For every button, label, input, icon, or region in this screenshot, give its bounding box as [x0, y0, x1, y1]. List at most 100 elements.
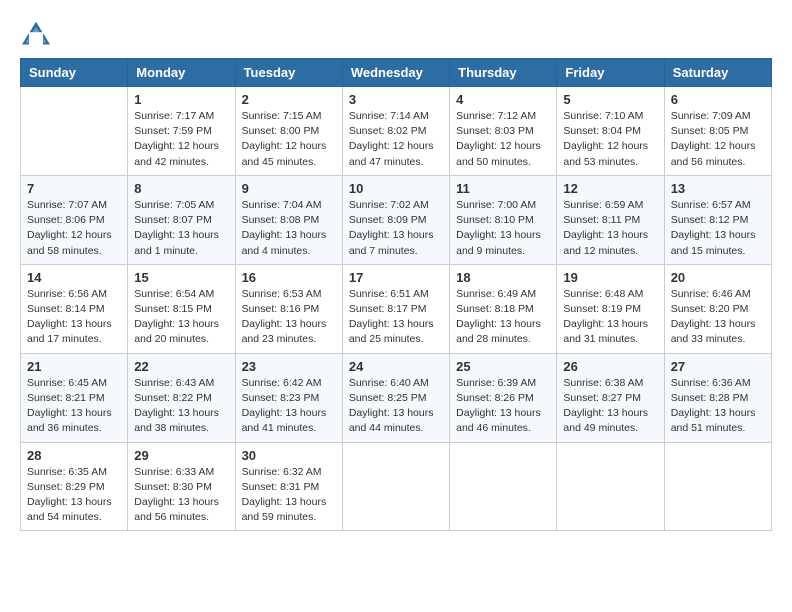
- calendar-cell: 11Sunrise: 7:00 AM Sunset: 8:10 PM Dayli…: [450, 175, 557, 264]
- calendar-cell: 1Sunrise: 7:17 AM Sunset: 7:59 PM Daylig…: [128, 87, 235, 176]
- day-info: Sunrise: 6:36 AM Sunset: 8:28 PM Dayligh…: [671, 376, 765, 437]
- day-number: 18: [456, 270, 550, 285]
- calendar-header-sunday: Sunday: [21, 59, 128, 87]
- day-info: Sunrise: 7:07 AM Sunset: 8:06 PM Dayligh…: [27, 198, 121, 259]
- day-number: 27: [671, 359, 765, 374]
- day-info: Sunrise: 6:48 AM Sunset: 8:19 PM Dayligh…: [563, 287, 657, 348]
- day-info: Sunrise: 6:57 AM Sunset: 8:12 PM Dayligh…: [671, 198, 765, 259]
- day-info: Sunrise: 7:15 AM Sunset: 8:00 PM Dayligh…: [242, 109, 336, 170]
- calendar-week-row: 21Sunrise: 6:45 AM Sunset: 8:21 PM Dayli…: [21, 353, 772, 442]
- day-number: 26: [563, 359, 657, 374]
- day-info: Sunrise: 6:49 AM Sunset: 8:18 PM Dayligh…: [456, 287, 550, 348]
- day-info: Sunrise: 6:45 AM Sunset: 8:21 PM Dayligh…: [27, 376, 121, 437]
- calendar-cell: 6 Sunrise: 7:09 AM Sunset: 8:05 PM Daylig…: [664, 87, 771, 176]
- day-number: 25: [456, 359, 550, 374]
- day-info: Sunrise: 6:51 AM Sunset: 8:17 PM Dayligh…: [349, 287, 443, 348]
- calendar-cell: 18 Sunrise: 6:49 AM Sunset: 8:18 PM Dayli…: [450, 264, 557, 353]
- day-info: Sunrise: 7:02 AM Sunset: 8:09 PM Dayligh…: [349, 198, 443, 259]
- day-number: 20: [671, 270, 765, 285]
- calendar-cell: 3 Sunrise: 7:14 AM Sunset: 8:02 PM Daylig…: [342, 87, 449, 176]
- calendar-cell: 10 Sunrise: 7:02 AM Sunset: 8:09 PM Dayli…: [342, 175, 449, 264]
- day-number: 28: [27, 448, 121, 463]
- calendar-cell: [450, 442, 557, 531]
- calendar-table: SundayMondayTuesdayWednesdayThursdayFrid…: [20, 58, 772, 531]
- day-info: Sunrise: 6:33 AM Sunset: 8:30 PM Dayligh…: [134, 465, 228, 526]
- day-number: 9: [242, 181, 336, 196]
- day-info: Sunrise: 7:09 AM Sunset: 8:05 PM Dayligh…: [671, 109, 765, 170]
- calendar-header-wednesday: Wednesday: [342, 59, 449, 87]
- day-number: 14: [27, 270, 121, 285]
- day-number: 19: [563, 270, 657, 285]
- calendar-cell: 25 Sunrise: 6:39 AM Sunset: 8:26 PM Dayli…: [450, 353, 557, 442]
- calendar-cell: [664, 442, 771, 531]
- day-number: 1: [134, 92, 228, 107]
- calendar-header-saturday: Saturday: [664, 59, 771, 87]
- calendar-header-thursday: Thursday: [450, 59, 557, 87]
- calendar-cell: 24Sunrise: 6:40 AM Sunset: 8:25 PM Dayli…: [342, 353, 449, 442]
- calendar-cell: [342, 442, 449, 531]
- calendar-cell: 8 Sunrise: 7:05 AM Sunset: 8:07 PM Daylig…: [128, 175, 235, 264]
- calendar-cell: 19 Sunrise: 6:48 AM Sunset: 8:19 PM Dayli…: [557, 264, 664, 353]
- day-info: Sunrise: 6:35 AM Sunset: 8:29 PM Dayligh…: [27, 465, 121, 526]
- day-info: Sunrise: 6:54 AM Sunset: 8:15 PM Dayligh…: [134, 287, 228, 348]
- calendar-week-row: 7 Sunrise: 7:07 AM Sunset: 8:06 PM Daylig…: [21, 175, 772, 264]
- calendar-cell: 23Sunrise: 6:42 AM Sunset: 8:23 PM Dayli…: [235, 353, 342, 442]
- day-number: 2: [242, 92, 336, 107]
- page-header: [20, 20, 772, 48]
- calendar-cell: 20 Sunrise: 6:46 AM Sunset: 8:20 PM Dayli…: [664, 264, 771, 353]
- calendar-header-row: SundayMondayTuesdayWednesdayThursdayFrid…: [21, 59, 772, 87]
- calendar-header-friday: Friday: [557, 59, 664, 87]
- day-number: 16: [242, 270, 336, 285]
- day-number: 30: [242, 448, 336, 463]
- calendar-cell: 14 Sunrise: 6:56 AM Sunset: 8:14 PM Dayli…: [21, 264, 128, 353]
- logo-icon: [20, 20, 52, 48]
- calendar-cell: [557, 442, 664, 531]
- calendar-cell: 13 Sunrise: 6:57 AM Sunset: 8:12 PM Dayli…: [664, 175, 771, 264]
- day-info: Sunrise: 6:43 AM Sunset: 8:22 PM Dayligh…: [134, 376, 228, 437]
- calendar-week-row: 28 Sunrise: 6:35 AM Sunset: 8:29 PM Dayli…: [21, 442, 772, 531]
- day-number: 10: [349, 181, 443, 196]
- day-info: Sunrise: 7:12 AM Sunset: 8:03 PM Dayligh…: [456, 109, 550, 170]
- day-number: 3: [349, 92, 443, 107]
- day-number: 13: [671, 181, 765, 196]
- day-number: 17: [349, 270, 443, 285]
- calendar-cell: 22 Sunrise: 6:43 AM Sunset: 8:22 PM Dayli…: [128, 353, 235, 442]
- day-info: Sunrise: 6:56 AM Sunset: 8:14 PM Dayligh…: [27, 287, 121, 348]
- day-number: 15: [134, 270, 228, 285]
- day-info: Sunrise: 7:05 AM Sunset: 8:07 PM Dayligh…: [134, 198, 228, 259]
- calendar-cell: 9 Sunrise: 7:04 AM Sunset: 8:08 PM Daylig…: [235, 175, 342, 264]
- calendar-cell: 26Sunrise: 6:38 AM Sunset: 8:27 PM Dayli…: [557, 353, 664, 442]
- calendar-cell: 28 Sunrise: 6:35 AM Sunset: 8:29 PM Dayli…: [21, 442, 128, 531]
- calendar-cell: 2 Sunrise: 7:15 AM Sunset: 8:00 PM Daylig…: [235, 87, 342, 176]
- calendar-cell: 17 Sunrise: 6:51 AM Sunset: 8:17 PM Dayli…: [342, 264, 449, 353]
- calendar-week-row: 14 Sunrise: 6:56 AM Sunset: 8:14 PM Dayli…: [21, 264, 772, 353]
- calendar-header-monday: Monday: [128, 59, 235, 87]
- day-info: Sunrise: 6:32 AM Sunset: 8:31 PM Dayligh…: [242, 465, 336, 526]
- day-number: 22: [134, 359, 228, 374]
- day-number: 4: [456, 92, 550, 107]
- calendar-cell: 5 Sunrise: 7:10 AM Sunset: 8:04 PM Daylig…: [557, 87, 664, 176]
- day-number: 5: [563, 92, 657, 107]
- day-number: 11: [456, 181, 550, 196]
- day-info: Sunrise: 7:10 AM Sunset: 8:04 PM Dayligh…: [563, 109, 657, 170]
- day-info: Sunrise: 6:39 AM Sunset: 8:26 PM Dayligh…: [456, 376, 550, 437]
- day-info: Sunrise: 7:14 AM Sunset: 8:02 PM Dayligh…: [349, 109, 443, 170]
- day-info: Sunrise: 6:46 AM Sunset: 8:20 PM Dayligh…: [671, 287, 765, 348]
- calendar-cell: 16 Sunrise: 6:53 AM Sunset: 8:16 PM Dayli…: [235, 264, 342, 353]
- calendar-cell: 4 Sunrise: 7:12 AM Sunset: 8:03 PM Daylig…: [450, 87, 557, 176]
- calendar-week-row: 1Sunrise: 7:17 AM Sunset: 7:59 PM Daylig…: [21, 87, 772, 176]
- calendar-cell: 7 Sunrise: 7:07 AM Sunset: 8:06 PM Daylig…: [21, 175, 128, 264]
- day-info: Sunrise: 7:04 AM Sunset: 8:08 PM Dayligh…: [242, 198, 336, 259]
- day-number: 24: [349, 359, 443, 374]
- day-number: 29: [134, 448, 228, 463]
- day-info: Sunrise: 6:42 AM Sunset: 8:23 PM Dayligh…: [242, 376, 336, 437]
- day-info: Sunrise: 6:53 AM Sunset: 8:16 PM Dayligh…: [242, 287, 336, 348]
- day-number: 6: [671, 92, 765, 107]
- calendar-cell: 21Sunrise: 6:45 AM Sunset: 8:21 PM Dayli…: [21, 353, 128, 442]
- calendar-cell: 27 Sunrise: 6:36 AM Sunset: 8:28 PM Dayli…: [664, 353, 771, 442]
- day-number: 7: [27, 181, 121, 196]
- day-number: 8: [134, 181, 228, 196]
- calendar-header-tuesday: Tuesday: [235, 59, 342, 87]
- day-info: Sunrise: 6:59 AM Sunset: 8:11 PM Dayligh…: [563, 198, 657, 259]
- calendar-cell: 30 Sunrise: 6:32 AM Sunset: 8:31 PM Dayli…: [235, 442, 342, 531]
